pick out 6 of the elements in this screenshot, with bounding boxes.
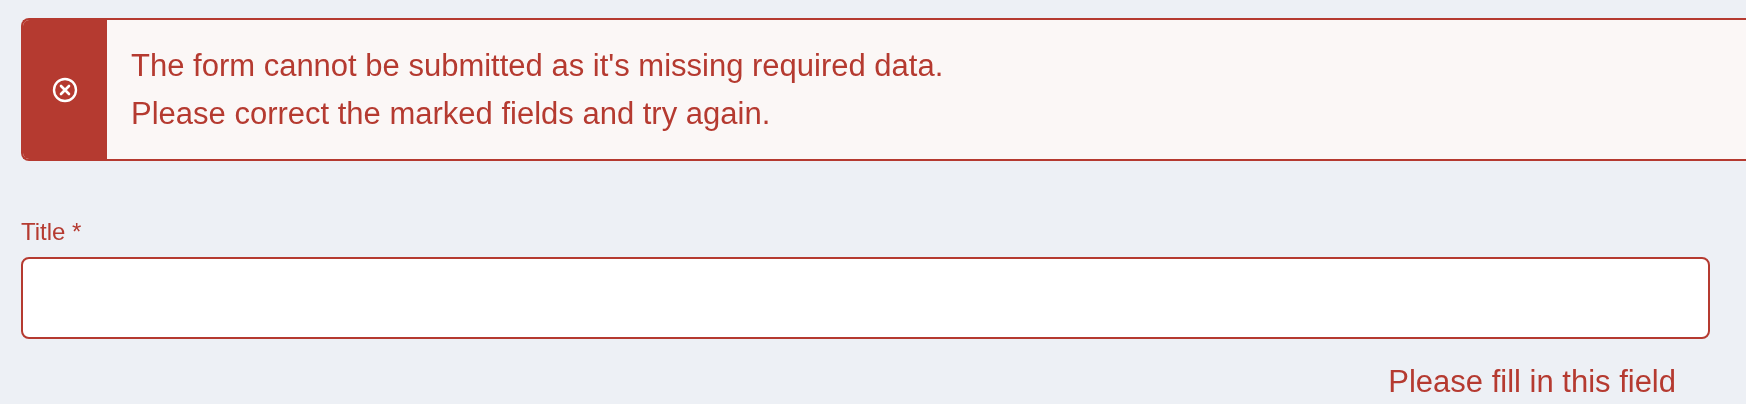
alert-message: Please correct the marked fields and try again. <box>131 94 772 133</box>
title-input[interactable] <box>21 257 1710 339</box>
error-message: Please fill in this field <box>1387 365 1677 399</box>
alert-message: The form cannot be submitted as it's missing required data. <box>131 46 944 85</box>
field-label: Title * <box>21 217 83 247</box>
error-icon <box>52 76 78 103</box>
